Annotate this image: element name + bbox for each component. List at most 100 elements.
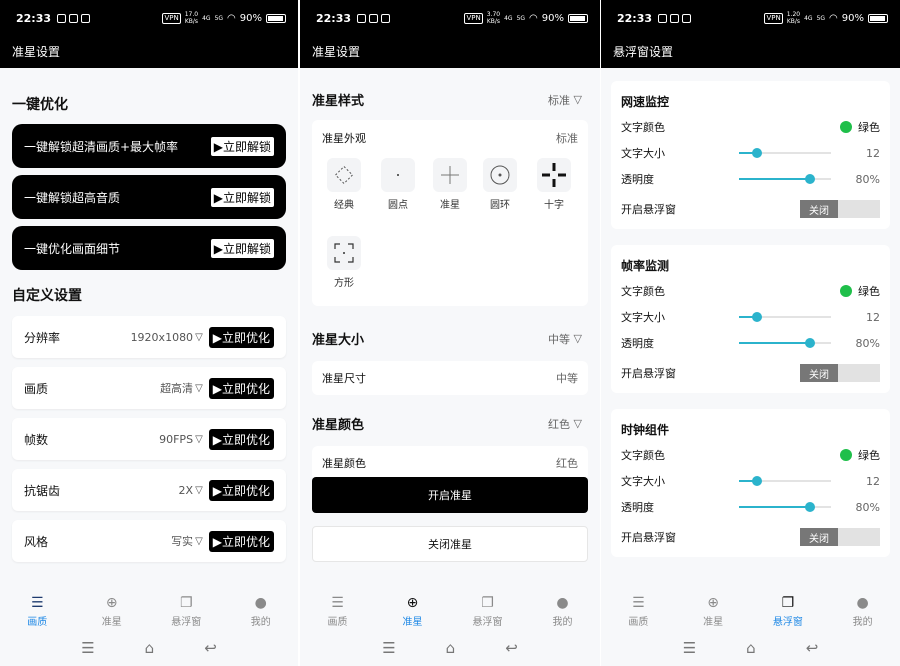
unlock-button[interactable]: ▶立即解锁 bbox=[210, 238, 274, 258]
shape-label: 十字 bbox=[544, 200, 564, 211]
net-speed-unit: KB/s bbox=[184, 18, 199, 25]
cross-crosshair-icon bbox=[537, 158, 571, 192]
chevron-down-icon[interactable]: ▽ bbox=[195, 434, 203, 445]
optimize-button[interactable]: ▶立即优化 bbox=[208, 377, 274, 399]
optimize-button[interactable]: ▶立即优化 bbox=[208, 530, 274, 552]
one-key-item[interactable]: 一键解锁超高音质 ▶立即解锁 bbox=[12, 175, 286, 219]
setting-value[interactable]: 1920x1080 bbox=[131, 331, 194, 344]
chevron-down-icon[interactable]: ▽ bbox=[195, 383, 203, 394]
nav-item-mine[interactable]: ● 我的 bbox=[224, 576, 299, 630]
shape-cross[interactable]: 十字 bbox=[530, 158, 578, 211]
optimize-button[interactable]: ▶立即优化 bbox=[208, 479, 274, 501]
back-icon[interactable]: ↩ bbox=[204, 639, 217, 657]
menu-icon[interactable]: ☰ bbox=[683, 639, 696, 657]
close-crosshair-button[interactable]: 关闭准星 bbox=[312, 526, 588, 562]
toggle-track bbox=[838, 528, 880, 546]
nav-item-float[interactable]: ❐ 悬浮窗 bbox=[751, 576, 826, 630]
shape-dot[interactable]: 圆点 bbox=[374, 158, 422, 211]
optimize-button[interactable]: ▶立即优化 bbox=[208, 326, 274, 348]
menu-icon[interactable]: ☰ bbox=[81, 639, 94, 657]
nav-item-crosshair[interactable]: ⊕ 准星 bbox=[676, 576, 751, 630]
home-icon[interactable]: ⌂ bbox=[145, 639, 155, 657]
crosshair-content: 准星样式 标准 ▽ 准星外观 标准 经典 圆点 准星 圆环 十字 方形 准星大小… bbox=[300, 68, 600, 576]
unlock-button[interactable]: ▶立即解锁 bbox=[210, 136, 274, 156]
wifi-icon: ◠ bbox=[227, 12, 236, 24]
text-color-row[interactable]: 文字颜色 绿色 bbox=[621, 447, 880, 463]
row-label: 文字大小 bbox=[621, 147, 665, 160]
shape-classic[interactable]: 经典 bbox=[320, 158, 368, 211]
nav-item-quality[interactable]: ☰ 画质 bbox=[0, 576, 75, 630]
back-icon[interactable]: ↩ bbox=[806, 639, 819, 657]
shape-ring[interactable]: 圆环 bbox=[476, 158, 524, 211]
opacity-slider[interactable] bbox=[739, 338, 831, 348]
top-bar: 22:33 VPN 17.0 KB/s 4G 5G ◠ 90% 准星设置 bbox=[0, 0, 298, 68]
nav-item-mine[interactable]: ● 我的 bbox=[525, 576, 600, 630]
setting-value[interactable]: 2X bbox=[179, 484, 194, 497]
float-toggle[interactable]: 关闭 bbox=[800, 200, 880, 218]
vpn-icon: VPN bbox=[464, 12, 483, 24]
nav-item-mine[interactable]: ● 我的 bbox=[825, 576, 900, 630]
color-card[interactable]: 准星颜色 红色 bbox=[312, 446, 588, 480]
opacity-slider[interactable] bbox=[739, 502, 831, 512]
setting-value[interactable]: 超高清 bbox=[160, 380, 193, 396]
color-row-value: 红色 bbox=[556, 457, 578, 470]
nav-item-crosshair[interactable]: ⊕ 准星 bbox=[75, 576, 150, 630]
color-header[interactable]: 准星颜色 红色 ▽ bbox=[312, 414, 582, 433]
one-key-item[interactable]: 一键解锁超清画质+最大帧率 ▶立即解锁 bbox=[12, 124, 286, 168]
one-key-item[interactable]: 一键优化画面细节 ▶立即解锁 bbox=[12, 226, 286, 270]
row-label: 文字颜色 bbox=[621, 121, 665, 134]
shape-standard[interactable]: 准星 bbox=[426, 158, 474, 211]
text-size-slider[interactable] bbox=[739, 476, 831, 486]
text-color-row[interactable]: 文字颜色 绿色 bbox=[621, 283, 880, 299]
floating-window-screen: 22:33 VPN 1.20 KB/s 4G 5G ◠ 90% 悬浮窗设置 网速监… bbox=[601, 0, 900, 666]
text-size-slider[interactable] bbox=[739, 148, 831, 158]
nav-item-quality[interactable]: ☰ 画质 bbox=[300, 576, 375, 630]
app-title: 准星设置 bbox=[12, 45, 61, 59]
nav-item-float[interactable]: ❐ 悬浮窗 bbox=[450, 576, 525, 630]
slider-knob[interactable] bbox=[804, 338, 815, 348]
shape-square[interactable]: 方形 bbox=[320, 236, 368, 289]
vpn-icon: VPN bbox=[764, 12, 783, 24]
text-size-row: 文字大小 12 bbox=[621, 145, 880, 161]
appearance-value: 标准 bbox=[556, 132, 578, 145]
setting-value[interactable]: 90FPS bbox=[159, 433, 193, 446]
slider-knob[interactable] bbox=[804, 502, 815, 512]
chevron-down-icon[interactable]: ▽ bbox=[195, 485, 203, 496]
bottom-nav: ☰ 画质 ⊕ 准星 ❐ 悬浮窗 ● 我的 bbox=[601, 576, 900, 630]
float-toggle[interactable]: 关闭 bbox=[800, 528, 880, 546]
telegram-icon bbox=[81, 13, 91, 23]
chevron-down-icon[interactable]: ▽ bbox=[195, 332, 203, 343]
appearance-label: 准星外观 bbox=[322, 132, 366, 145]
optimize-button[interactable]: ▶立即优化 bbox=[208, 428, 274, 450]
style-header[interactable]: 准星样式 标准 ▽ bbox=[312, 90, 582, 109]
text-size-slider[interactable] bbox=[739, 312, 831, 322]
net-speed: 17.0 bbox=[184, 11, 199, 18]
size-header[interactable]: 准星大小 中等 ▽ bbox=[312, 329, 582, 348]
float-toggle-row: 开启悬浮窗 关闭 bbox=[621, 199, 880, 219]
slider-knob[interactable] bbox=[752, 476, 763, 486]
unlock-button[interactable]: ▶立即解锁 bbox=[210, 187, 274, 207]
slider-knob[interactable] bbox=[752, 148, 763, 158]
toggle-off-label: 关闭 bbox=[800, 200, 838, 218]
size-card[interactable]: 准星尺寸 中等 bbox=[312, 361, 588, 395]
nav-item-quality[interactable]: ☰ 画质 bbox=[601, 576, 676, 630]
slider-knob[interactable] bbox=[752, 312, 763, 322]
opacity-slider[interactable] bbox=[739, 174, 831, 184]
color-row-label: 准星颜色 bbox=[322, 457, 366, 470]
signal-4g-icon: 4G bbox=[202, 14, 211, 22]
chevron-down-icon[interactable]: ▽ bbox=[195, 536, 203, 547]
setting-value[interactable]: 写实 bbox=[171, 533, 193, 549]
home-icon[interactable]: ⌂ bbox=[746, 639, 756, 657]
notification-icon bbox=[57, 13, 67, 23]
slider-knob[interactable] bbox=[804, 174, 815, 184]
back-icon[interactable]: ↩ bbox=[505, 639, 518, 657]
nav-item-float[interactable]: ❐ 悬浮窗 bbox=[149, 576, 224, 630]
nav-item-crosshair[interactable]: ⊕ 准星 bbox=[375, 576, 450, 630]
text-color-row[interactable]: 文字颜色 绿色 bbox=[621, 119, 880, 135]
system-nav: ☰ ⌂ ↩ bbox=[601, 630, 900, 666]
open-crosshair-button[interactable]: 开启准星 bbox=[312, 477, 588, 513]
float-toggle[interactable]: 关闭 bbox=[800, 364, 880, 382]
home-icon[interactable]: ⌂ bbox=[446, 639, 456, 657]
menu-icon[interactable]: ☰ bbox=[382, 639, 395, 657]
float-card: 网速监控 文字颜色 绿色 文字大小 12 透明度 80% 开启悬浮窗 关闭 bbox=[611, 81, 890, 229]
